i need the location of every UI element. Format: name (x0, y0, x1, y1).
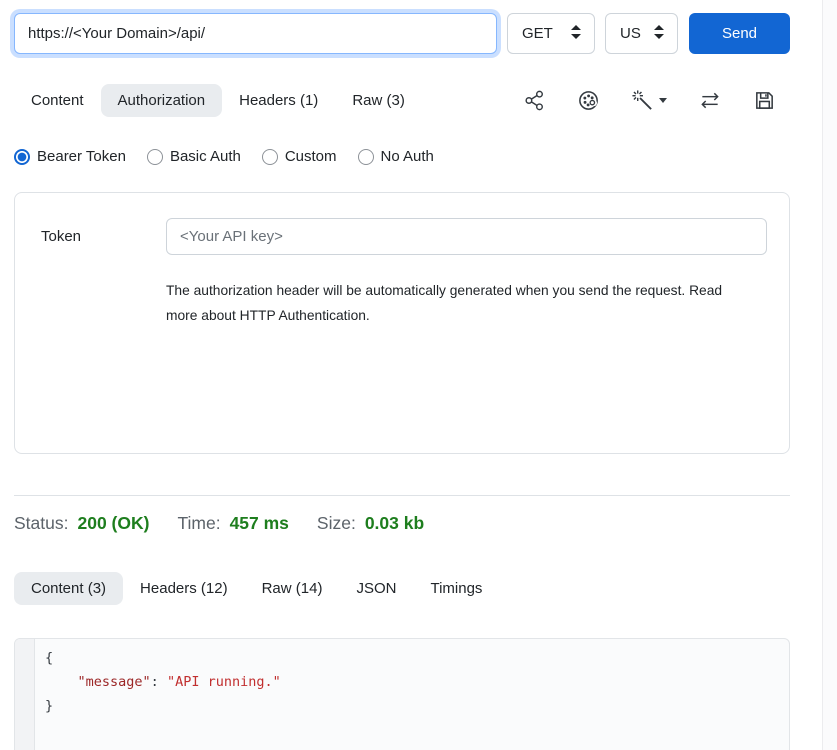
response-status-row: Status: 200 (OK) Time: 457 ms Size: 0.03… (14, 513, 790, 534)
token-label: Token (41, 228, 166, 245)
section-divider (14, 495, 790, 496)
request-toolbar (523, 89, 790, 112)
tab-content[interactable]: Content (14, 84, 101, 117)
palette-icon[interactable] (577, 89, 600, 112)
radio-custom[interactable]: Custom (262, 148, 337, 165)
tab-response-raw[interactable]: Raw (14) (245, 572, 340, 605)
tab-response-headers[interactable]: Headers (12) (123, 572, 245, 605)
radio-label: No Auth (381, 148, 434, 165)
auth-type-options: Bearer Token Basic Auth Custom No Auth (14, 148, 790, 165)
method-select-value: GET (522, 25, 553, 42)
code-line: } (45, 694, 281, 718)
main-content: GET US Send Content Authorization Header… (0, 0, 822, 750)
time-label: Time: (177, 513, 220, 534)
radio-label: Basic Auth (170, 148, 241, 165)
code-gutter (15, 639, 35, 750)
share-nodes-icon[interactable] (523, 89, 546, 112)
tab-authorization[interactable]: Authorization (101, 84, 223, 117)
tab-raw[interactable]: Raw (3) (335, 84, 422, 117)
updown-arrows-icon (570, 25, 582, 43)
auth-panel: Token The authorization header will be a… (14, 192, 790, 454)
request-tabs: Content Authorization Headers (1) Raw (3… (14, 84, 790, 117)
send-button[interactable]: Send (689, 13, 790, 54)
size-item: Size: 0.03 kb (317, 513, 424, 534)
api-client-app: GET US Send Content Authorization Header… (0, 0, 837, 750)
url-input[interactable] (14, 13, 497, 54)
method-select[interactable]: GET (507, 13, 595, 54)
swap-arrows-icon[interactable] (698, 89, 722, 112)
radio-label: Bearer Token (37, 148, 126, 165)
region-select-value: US (620, 25, 641, 42)
response-json-body: { "message": "API running." } (35, 639, 281, 750)
radio-icon (147, 149, 163, 165)
time-item: Time: 457 ms (177, 513, 288, 534)
radio-no-auth[interactable]: No Auth (358, 148, 434, 165)
radio-icon (358, 149, 374, 165)
tab-response-json[interactable]: JSON (339, 572, 413, 605)
token-row: Token (41, 218, 767, 255)
code-line: { (45, 646, 281, 670)
status-label: Status: (14, 513, 68, 534)
radio-bearer-token[interactable]: Bearer Token (14, 148, 126, 165)
tab-headers[interactable]: Headers (1) (222, 84, 335, 117)
status-value: 200 (OK) (77, 513, 149, 534)
time-value: 457 ms (230, 513, 289, 534)
scrollbar-gutter (822, 0, 837, 750)
tab-response-timings[interactable]: Timings (413, 572, 499, 605)
response-tabs: Content (3) Headers (12) Raw (14) JSON T… (14, 572, 790, 605)
size-value: 0.03 kb (365, 513, 424, 534)
radio-icon (14, 149, 30, 165)
json-key: "message" (78, 674, 151, 690)
tab-response-content[interactable]: Content (3) (14, 572, 123, 605)
save-floppy-icon[interactable] (753, 89, 776, 112)
request-bar: GET US Send (14, 13, 790, 54)
radio-label: Custom (285, 148, 337, 165)
updown-arrows-icon (653, 25, 665, 43)
radio-icon (262, 149, 278, 165)
auth-help-text: The authorization header will be automat… (166, 278, 752, 328)
region-select[interactable]: US (605, 13, 678, 54)
status-item: Status: 200 (OK) (14, 513, 149, 534)
caret-down-icon (659, 98, 667, 103)
magic-wand-dropdown-icon[interactable] (631, 89, 667, 112)
size-label: Size: (317, 513, 356, 534)
code-line: "message": "API running." (45, 670, 281, 694)
response-body-code-block: { "message": "API running." } (14, 638, 790, 750)
token-input[interactable] (166, 218, 767, 255)
radio-basic-auth[interactable]: Basic Auth (147, 148, 241, 165)
json-value: "API running." (167, 674, 281, 690)
